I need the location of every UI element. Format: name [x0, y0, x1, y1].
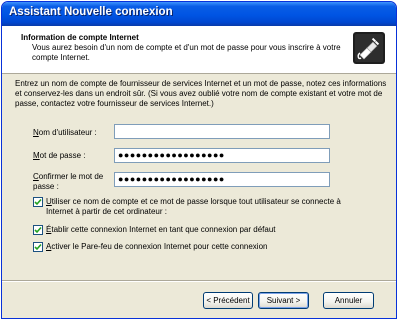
password-label-mnemonic: M	[33, 151, 40, 160]
checkbox-firewall-label[interactable]: Activer le Pare-feu de connexion Interne…	[46, 242, 267, 252]
next-button[interactable]: Suivant >	[258, 292, 309, 309]
password-label: Mot de passe :	[33, 151, 85, 161]
username-label: Nom d'utilisateur :	[33, 128, 97, 138]
checkbox-1-text: tiliser ce nom de compte et ce mot de pa…	[46, 197, 341, 216]
back-button[interactable]: < Précédent	[203, 292, 253, 309]
header-subtitle: Vous aurez besoin d'un nom de compte et …	[32, 43, 341, 62]
footer-separator	[2, 280, 396, 282]
cancel-button[interactable]: Annuler	[323, 292, 374, 309]
checkbox-use-for-all-users-label[interactable]: Utiliser ce nom de compte et ce mot de p…	[46, 197, 346, 217]
checkmark-icon	[34, 198, 42, 206]
confirm-password-field[interactable]: ●●●●●●●●●●●●●●●●●●	[114, 172, 330, 187]
confirm-label-text: onfirmer le mot de passe :	[33, 172, 104, 191]
intro-text: Entrez un nom de compte de fournisseur d…	[15, 79, 387, 108]
wizard-connection-icon	[352, 31, 386, 65]
header-title: Information de compte Internet	[21, 33, 139, 42]
wizard-header: Information de compte Internet Vous aure…	[2, 26, 396, 74]
checkbox-default-connection-label[interactable]: Établir cette connexion Internet en tant…	[46, 225, 276, 235]
checkmark-icon	[34, 226, 42, 234]
window-title: Assistant Nouvelle connexion	[9, 6, 173, 18]
username-label-text: om d'utilisateur :	[38, 128, 97, 137]
username-field[interactable]	[114, 124, 330, 139]
checkbox-firewall[interactable]	[33, 242, 43, 252]
wizard-window: Assistant Nouvelle connexion Information…	[1, 1, 397, 319]
password-field[interactable]: ●●●●●●●●●●●●●●●●●●	[114, 148, 330, 163]
title-bar[interactable]: Assistant Nouvelle connexion	[2, 2, 396, 26]
checkbox-default-connection[interactable]	[33, 225, 43, 235]
password-label-text: ot de passe :	[39, 151, 86, 160]
checkbox-3-text: ctiver le Pare-feu de connexion Internet…	[51, 242, 268, 251]
checkbox-use-for-all-users[interactable]	[33, 197, 43, 207]
confirm-password-label: Confirmer le mot de passe :	[33, 172, 113, 192]
checkmark-icon	[34, 243, 42, 251]
checkbox-2-text: tablir cette connexion Internet en tant …	[51, 225, 276, 234]
